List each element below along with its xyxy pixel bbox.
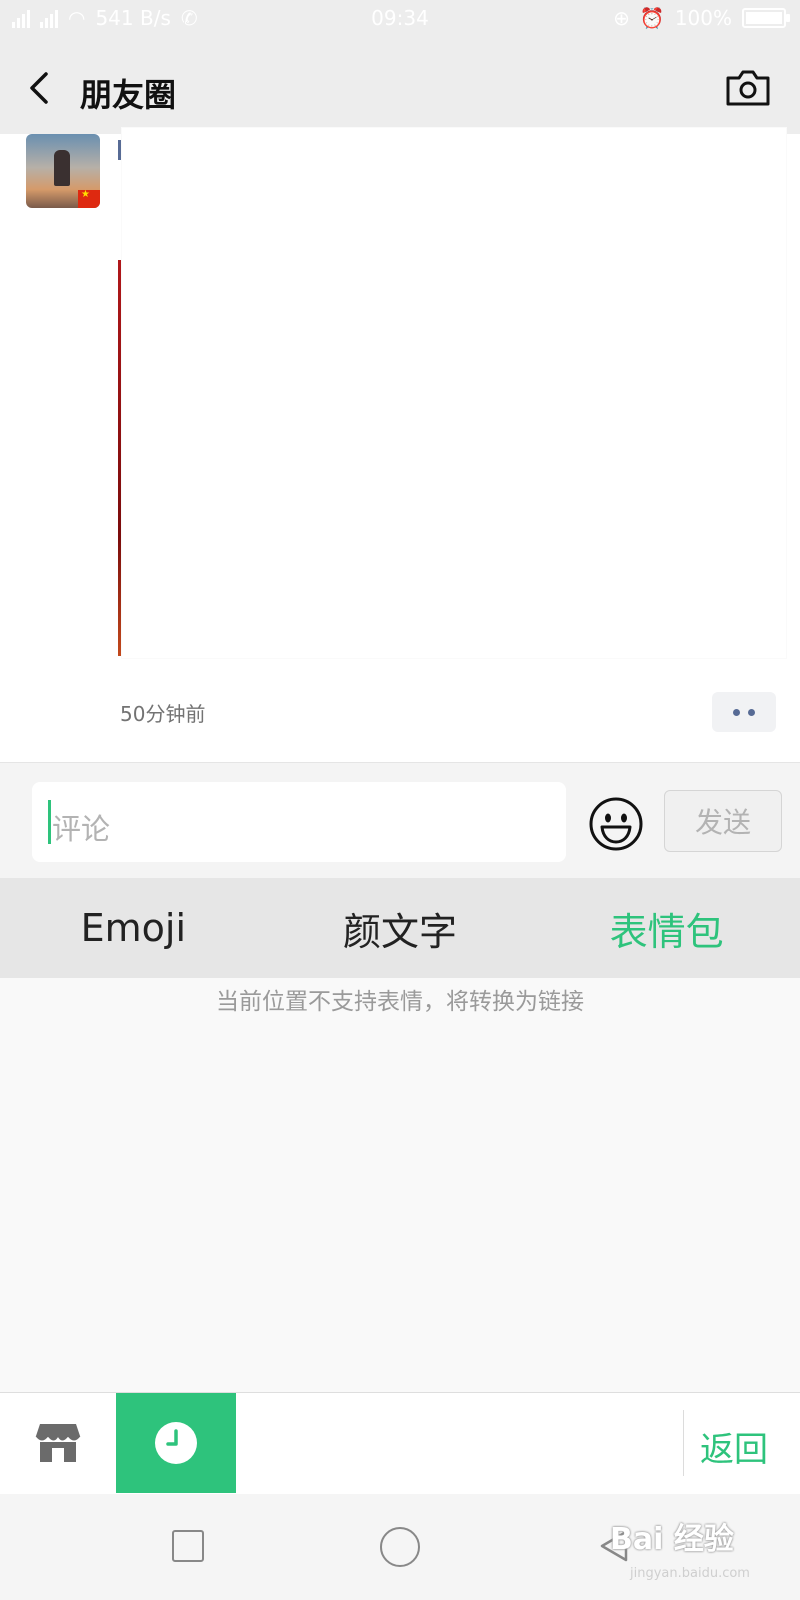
post-content-overlay (122, 128, 786, 658)
comment-input[interactable] (32, 782, 566, 862)
text-cursor (48, 800, 51, 844)
more-options-button[interactable] (712, 692, 776, 732)
avatar[interactable] (26, 134, 100, 208)
clock-icon (155, 1422, 197, 1464)
home-nav-icon[interactable] (380, 1527, 420, 1567)
send-button[interactable]: 发送 (664, 790, 782, 852)
back-arrow-icon[interactable] (20, 66, 64, 110)
rotation-lock-icon: ⊕ (613, 6, 630, 30)
watermark-url: jingyan.baidu.com (630, 1566, 750, 1581)
toolbar-divider (683, 1410, 684, 1476)
recents-nav-icon[interactable] (172, 1530, 204, 1562)
sticker-store-icon[interactable] (34, 1418, 82, 1466)
return-button[interactable]: 返回 (700, 1422, 768, 1471)
emoji-tabs: Emoji 颜文字 表情包 (0, 878, 800, 978)
post-time: 50分钟前 (120, 702, 206, 726)
battery-icon (742, 8, 790, 28)
avatar-figure (54, 150, 70, 186)
status-bar: ◠ 541 B/s ✆ 09:34 ⊕ ⏰ 100% (0, 0, 800, 40)
page-title: 朋友圈 (80, 76, 177, 114)
battery-percent: 100% (674, 6, 732, 30)
recent-stickers-button[interactable] (116, 1393, 236, 1493)
unsupported-notice: 当前位置不支持表情，将转换为链接 (216, 989, 584, 1015)
dot-icon (733, 708, 740, 716)
watermark-brand: Bai 经验 (610, 1522, 734, 1557)
battery-fill (746, 12, 782, 24)
alarm-icon: ⏰ (639, 6, 665, 30)
tab-emoji[interactable]: Emoji (0, 878, 267, 978)
status-right: ⊕ ⏰ 100% (613, 6, 790, 30)
comment-placeholder: 评论 (52, 812, 111, 846)
camera-icon[interactable] (724, 68, 772, 108)
flag-icon (78, 189, 100, 208)
dot-icon (748, 708, 755, 716)
tab-stickers[interactable]: 表情包 (533, 878, 800, 978)
sticker-panel (0, 978, 800, 1392)
tab-kaomoji[interactable]: 颜文字 (267, 878, 534, 978)
emoji-toggle-icon[interactable] (588, 796, 644, 852)
